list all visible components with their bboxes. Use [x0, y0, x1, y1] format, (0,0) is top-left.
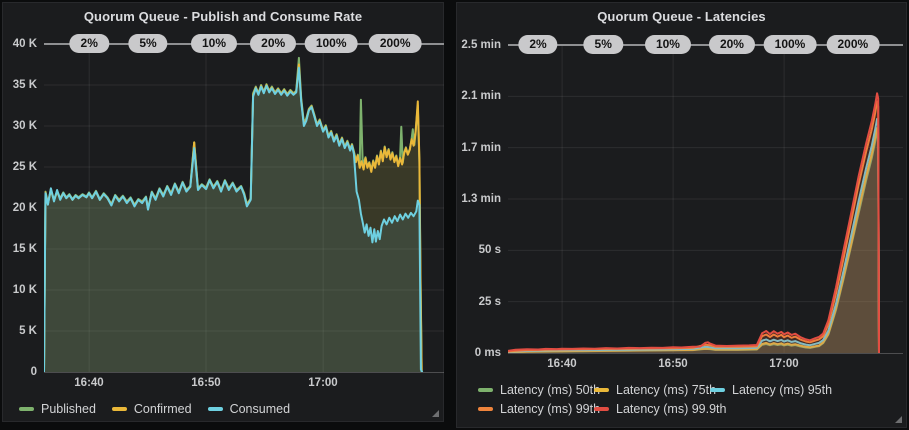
- y-tick-label: 40 K: [3, 37, 37, 51]
- legend-label: Published: [41, 402, 96, 416]
- x-tick-label: 16:40: [547, 358, 576, 370]
- series-line-latency-ms-50th: [508, 132, 879, 353]
- legend-item-latency-ms-50th[interactable]: Latency (ms) 50th: [478, 383, 594, 397]
- series-line-latency-ms-75th: [508, 128, 879, 353]
- legend-swatch-published: [19, 407, 34, 411]
- y-tick-label: 25 K: [3, 160, 37, 174]
- legend-swatch-latency-ms-99.9th: [594, 407, 609, 411]
- legend-swatch-consumed: [208, 407, 223, 411]
- legend-swatch-latency-ms-75th: [594, 388, 609, 392]
- legend-label: Latency (ms) 99th: [500, 402, 600, 416]
- chart-canvas[interactable]: [44, 44, 444, 372]
- legend-swatch-latency-ms-50th: [478, 388, 493, 392]
- panel-publish-consume-rate: Quorum Queue - Publish and Consume Rate …: [2, 2, 444, 422]
- series-line-latency-ms-99th: [508, 102, 879, 354]
- chart-canvas[interactable]: [508, 45, 903, 353]
- y-tick-label: 25 s: [457, 295, 501, 309]
- resize-handle[interactable]: [432, 410, 439, 417]
- legend-item-published[interactable]: Published: [19, 402, 96, 416]
- panel-title[interactable]: Quorum Queue - Latencies: [457, 9, 906, 24]
- annotation-pill-100[interactable]: 100%: [305, 34, 358, 53]
- series-fill-latency-ms-50th: [508, 132, 879, 353]
- y-tick-label: 2.5 min: [457, 38, 501, 52]
- y-tick-label: 2.1 min: [457, 89, 501, 103]
- y-tick-label: 0: [3, 365, 37, 379]
- y-tick-label: 1.3 min: [457, 192, 501, 206]
- y-tick-label: 20 K: [3, 201, 37, 215]
- legend-label: Latency (ms) 99.9th: [616, 402, 726, 416]
- x-tick-label: 17:00: [308, 377, 337, 389]
- legend-label: Latency (ms) 95th: [732, 383, 832, 397]
- legend-label: Latency (ms) 75th: [616, 383, 716, 397]
- series-fill-latency-ms-99th: [508, 102, 879, 354]
- panel-title[interactable]: Quorum Queue - Publish and Consume Rate: [3, 9, 443, 24]
- y-tick-label: 30 K: [3, 119, 37, 133]
- annotation-pill-200[interactable]: 200%: [369, 34, 422, 53]
- annotation-pill-200[interactable]: 200%: [826, 35, 879, 54]
- panel-latencies: Quorum Queue - Latencies 0 ms 25 s 50 s 1.3…: [456, 2, 907, 428]
- y-tick-label: 0 ms: [457, 346, 501, 360]
- annotation-pill-5[interactable]: 5%: [584, 35, 623, 54]
- y-tick-label: 50 s: [457, 243, 501, 257]
- x-tick-label: 17:00: [769, 358, 798, 370]
- plot-area[interactable]: 2%5%10%20%100%200%: [44, 44, 444, 373]
- x-tick-label: 16:40: [74, 377, 103, 389]
- legend-swatch-latency-ms-99th: [478, 407, 493, 411]
- y-tick-label: 35 K: [3, 78, 37, 92]
- annotation-pill-10[interactable]: 10%: [191, 34, 237, 53]
- legend-label: Confirmed: [134, 402, 192, 416]
- x-tick-label: 16:50: [191, 377, 220, 389]
- y-tick-label: 5 K: [3, 324, 37, 338]
- legend-item-confirmed[interactable]: Confirmed: [112, 402, 192, 416]
- annotation-pill-2[interactable]: 2%: [70, 34, 109, 53]
- legend-item-latency-ms-99th[interactable]: Latency (ms) 99th: [478, 402, 594, 416]
- annotation-pill-10[interactable]: 10%: [645, 35, 691, 54]
- series-fill-latency-ms-95th: [508, 119, 879, 353]
- legend-item-latency-ms-75th[interactable]: Latency (ms) 75th: [594, 383, 710, 397]
- y-tick-label: 10 K: [3, 283, 37, 297]
- y-tick-label: 1.7 min: [457, 141, 501, 155]
- plot-area[interactable]: 2%5%10%20%100%200%: [508, 45, 903, 354]
- y-tick-label: 15 K: [3, 242, 37, 256]
- annotation-pill-20[interactable]: 20%: [250, 34, 296, 53]
- annotation-pill-5[interactable]: 5%: [128, 34, 167, 53]
- legend-item-consumed[interactable]: Consumed: [208, 402, 290, 416]
- series-fill-latency-ms-75th: [508, 128, 879, 353]
- annotation-pill-2[interactable]: 2%: [518, 35, 557, 54]
- legend-swatch-confirmed: [112, 407, 127, 411]
- legend: Latency (ms) 50thLatency (ms) 75thLatenc…: [478, 383, 832, 416]
- annotation-pill-20[interactable]: 20%: [709, 35, 755, 54]
- x-tick-label: 16:50: [658, 358, 687, 370]
- series-line-latency-ms-95th: [508, 119, 879, 353]
- dashboard: { "page": {"background": "#0b0c0d", "pan…: [0, 0, 909, 430]
- legend-swatch-latency-ms-95th: [710, 388, 725, 392]
- series-line-latency-ms-99.9th: [508, 93, 879, 353]
- resize-handle[interactable]: [895, 416, 902, 423]
- annotation-pill-100[interactable]: 100%: [764, 35, 817, 54]
- series-fill-latency-ms-99.9th: [508, 93, 879, 353]
- legend-item-latency-ms-95th[interactable]: Latency (ms) 95th: [710, 383, 832, 397]
- legend-label: Consumed: [230, 402, 290, 416]
- legend-label: Latency (ms) 50th: [500, 383, 600, 397]
- legend-item-latency-ms-99.9th[interactable]: Latency (ms) 99.9th: [594, 402, 710, 416]
- legend: Published Confirmed Consumed: [19, 402, 290, 416]
